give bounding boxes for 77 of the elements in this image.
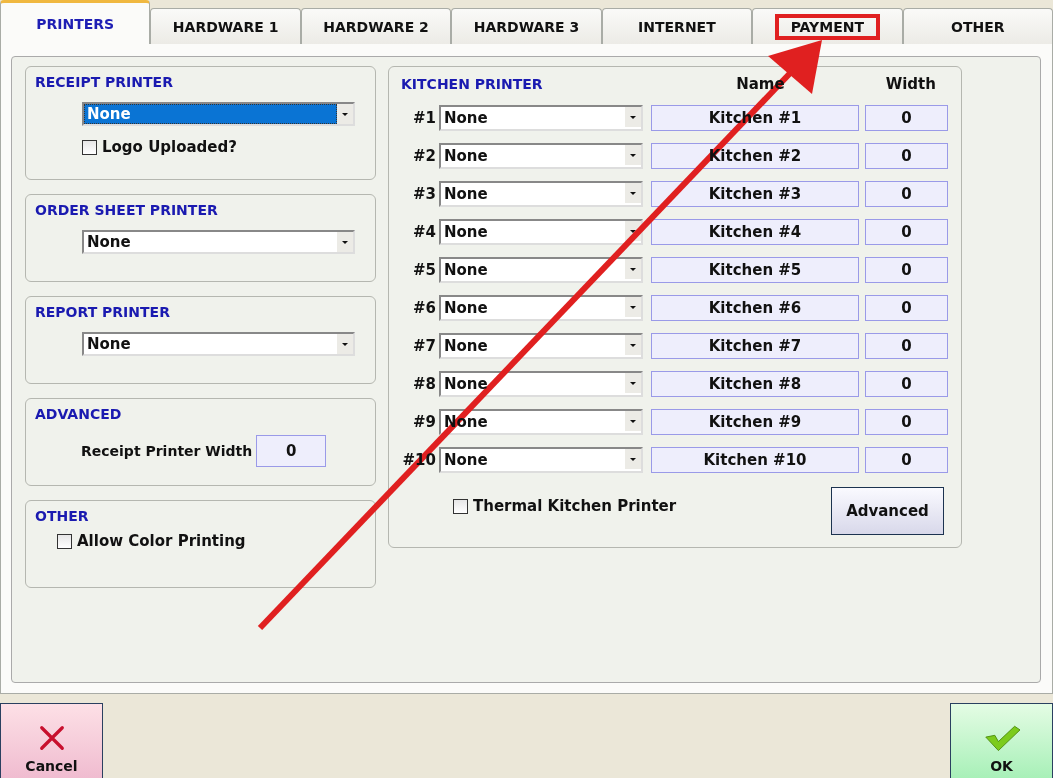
group-title: REPORT PRINTER bbox=[35, 304, 170, 320]
group-title: OTHER bbox=[35, 508, 89, 524]
checkbox-label: Thermal Kitchen Printer bbox=[473, 497, 677, 515]
name-field[interactable]: Kitchen #5 bbox=[651, 257, 859, 283]
dropdown-value: None bbox=[443, 298, 489, 319]
dropdown[interactable]: None bbox=[439, 333, 643, 359]
dropdown-value: None bbox=[443, 108, 489, 129]
row-number: #4 bbox=[412, 223, 437, 241]
dropdown-value: None bbox=[443, 222, 489, 243]
width-field[interactable]: 0 bbox=[865, 371, 948, 397]
name-field[interactable]: Kitchen #7 bbox=[651, 333, 859, 359]
width-field[interactable]: 0 bbox=[865, 105, 948, 131]
row-number: #9 bbox=[412, 413, 437, 431]
width-field[interactable]: 0 bbox=[865, 409, 948, 435]
name-field[interactable]: Kitchen #9 bbox=[651, 409, 859, 435]
cancel-button[interactable]: Cancel bbox=[0, 703, 103, 778]
checkmark-icon bbox=[983, 724, 1020, 752]
dropdown[interactable]: None bbox=[439, 257, 643, 283]
tab[interactable]: HARDWARE 3 bbox=[451, 8, 602, 44]
tab[interactable]: OTHER bbox=[902, 8, 1053, 44]
dropdown[interactable]: None bbox=[439, 219, 643, 245]
width-field[interactable]: 0 bbox=[865, 295, 948, 321]
row-number: #5 bbox=[412, 261, 437, 279]
row-number: #8 bbox=[412, 375, 437, 393]
dropdown[interactable]: None bbox=[439, 295, 643, 321]
name-field[interactable]: Kitchen #8 bbox=[651, 371, 859, 397]
row-number: #2 bbox=[412, 147, 437, 165]
dropdown-value: None bbox=[443, 374, 489, 395]
dropdown-value: None bbox=[86, 232, 132, 252]
width-field[interactable]: 0 bbox=[256, 435, 327, 467]
ok-button[interactable]: OK bbox=[950, 703, 1053, 778]
checkbox[interactable] bbox=[57, 533, 72, 549]
tab[interactable]: PAYMENT bbox=[752, 8, 903, 44]
width-field[interactable]: 0 bbox=[865, 257, 948, 283]
dropdown-value: None bbox=[443, 146, 489, 167]
dropdown-value: None bbox=[443, 184, 489, 205]
name-field[interactable]: Kitchen #6 bbox=[651, 295, 859, 321]
checkbox[interactable] bbox=[82, 139, 97, 155]
row-number: #6 bbox=[412, 299, 437, 317]
checkbox-label: Allow Color Printing bbox=[77, 532, 246, 550]
dropdown[interactable]: None bbox=[439, 447, 643, 473]
row-number: #1 bbox=[412, 109, 437, 127]
group-title: KITCHEN PRINTER bbox=[401, 76, 544, 92]
group-title: ADVANCED bbox=[35, 406, 122, 422]
row-number: #3 bbox=[412, 185, 437, 203]
width-field[interactable]: 0 bbox=[865, 333, 948, 359]
name-field[interactable]: Kitchen #3 bbox=[651, 181, 859, 207]
dropdown[interactable]: None bbox=[82, 102, 355, 126]
dropdown[interactable]: None bbox=[439, 143, 643, 169]
dropdown-value: None bbox=[443, 260, 489, 281]
width-field[interactable]: 0 bbox=[865, 143, 948, 169]
width-field[interactable]: 0 bbox=[865, 181, 948, 207]
dropdown[interactable]: None bbox=[82, 230, 355, 254]
name-field[interactable]: Kitchen #4 bbox=[651, 219, 859, 245]
tab[interactable]: INTERNET bbox=[601, 8, 753, 44]
dropdown-value: None bbox=[443, 336, 489, 357]
column-header: Width bbox=[884, 75, 937, 93]
dropdown[interactable]: None bbox=[82, 332, 355, 356]
tab[interactable]: PRINTERS bbox=[0, 0, 151, 44]
width-field[interactable]: 0 bbox=[865, 219, 948, 245]
dropdown[interactable]: None bbox=[439, 105, 643, 131]
group-title: ORDER SHEET PRINTER bbox=[35, 202, 218, 218]
row-number: #7 bbox=[412, 337, 437, 355]
width-field[interactable]: 0 bbox=[865, 447, 948, 473]
dropdown-value: None bbox=[84, 104, 337, 124]
dropdown-value: None bbox=[86, 334, 132, 354]
dropdown-value: None bbox=[443, 450, 489, 471]
checkbox[interactable] bbox=[453, 498, 468, 514]
checkbox-label: Logo Uploaded? bbox=[102, 138, 237, 156]
advanced-button[interactable]: Advanced bbox=[831, 487, 944, 535]
dropdown[interactable]: None bbox=[439, 371, 643, 397]
tab[interactable]: HARDWARE 2 bbox=[300, 8, 452, 44]
field-label: Receipt Printer Width bbox=[81, 443, 253, 459]
dropdown[interactable]: None bbox=[439, 181, 643, 207]
tab[interactable]: HARDWARE 1 bbox=[150, 8, 301, 44]
group-title: RECEIPT PRINTER bbox=[35, 74, 173, 90]
name-field[interactable]: Kitchen #10 bbox=[651, 447, 859, 473]
